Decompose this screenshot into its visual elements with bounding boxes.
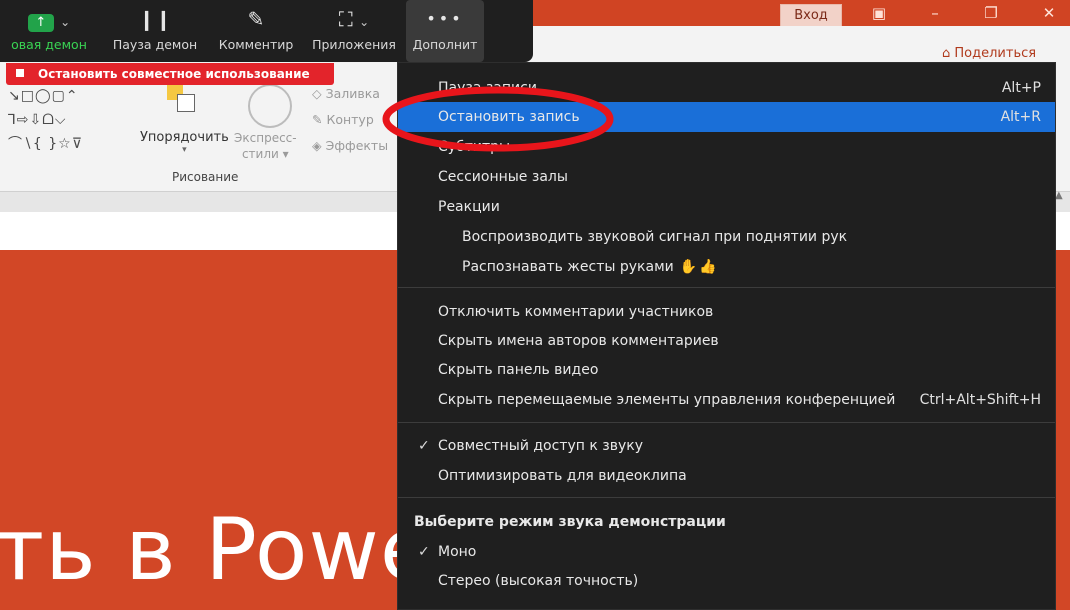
shapes-row-3: ⌒∖{ }☆⊽ (8, 136, 83, 152)
login-button[interactable]: Вход (780, 4, 842, 27)
share-label: Поделиться (954, 46, 1037, 61)
menu-item-mono[interactable]: ✓ Моно (398, 537, 1055, 567)
shape-fill-button[interactable]: ◇ Заливка (312, 86, 380, 101)
pause-recording-shortcut: Alt+P (1001, 80, 1041, 96)
shape-outline-button[interactable]: ✎ Контур (312, 112, 374, 127)
shapes-row-2: ⅂⇨⇩ᗝ⌵ (8, 112, 67, 128)
reactions-label: Реакции (438, 199, 500, 215)
express-styles-label-2: стили (241, 147, 279, 161)
raised-hand-icon: ✋ (679, 259, 698, 275)
hide-floating-controls-label: Скрыть перемещаемые элементы управления … (438, 392, 896, 408)
fill-label: Заливка (325, 86, 380, 101)
drawing-group-label: Рисование (172, 170, 239, 184)
menu-item-optimize-video[interactable]: Оптимизировать для видеоклипа (398, 461, 1055, 491)
check-icon: ✓ (418, 438, 430, 454)
express-styles-label-1: Экспресс- (234, 131, 297, 145)
menu-item-hide-video-panel[interactable]: Скрыть панель видео (398, 355, 1055, 385)
menu-divider (398, 497, 1055, 498)
share-sound-label: Совместный доступ к звуку (438, 438, 643, 454)
arrange-icon (167, 84, 201, 118)
disable-annotations-label: Отключить комментарии участников (438, 304, 714, 320)
pause-share-button[interactable]: ❙❙ Пауза демон (106, 0, 204, 62)
close-icon[interactable]: ✕ (1036, 2, 1062, 24)
menu-item-disable-annotations[interactable]: Отключить комментарии участников (398, 297, 1055, 327)
share-button[interactable]: ⌂ Поделиться (942, 46, 1036, 61)
mono-label: Моно (438, 544, 477, 560)
gesture-recognition-label: Распознавать жесты руками (462, 259, 674, 275)
shapes-gallery[interactable]: ↘□◯▢⌃ ⅂⇨⇩ᗝ⌵ ⌒∖{ }☆⊽ (8, 84, 124, 162)
menu-item-hide-floating-controls[interactable]: Скрыть перемещаемые элементы управления … (398, 385, 1055, 415)
share-up-arrow-icon: ↑ ⌄ (0, 8, 98, 32)
red-annotation-ellipse (382, 86, 614, 152)
menu-divider (398, 422, 1055, 423)
raise-hand-sound-label: Воспроизводить звуковой сигнал при подня… (462, 229, 848, 245)
quick-styles-icon (248, 84, 292, 128)
apps-button[interactable]: ⛶ ⌄ Приложения (306, 0, 402, 62)
check-icon: ✓ (418, 544, 430, 560)
thumbs-up-icon: 👍 (699, 259, 717, 275)
more-label: Дополнит (412, 37, 478, 52)
scroll-up-icon[interactable]: ▲ (1055, 190, 1063, 201)
stop-recording-shortcut: Alt+R (1000, 109, 1041, 125)
menu-item-reactions[interactable]: Реакции (398, 192, 1055, 222)
arrange-label: Упорядочить (140, 130, 229, 145)
minimize-icon[interactable]: – (922, 2, 948, 24)
express-styles-button[interactable]: Экспресс- стили ▾ (234, 130, 297, 162)
sound-mode-header: Выберите режим звука демонстрации (398, 507, 1055, 537)
effects-label: Эффекты (325, 138, 389, 153)
more-dots-icon: ••• (426, 9, 464, 28)
shape-effects-button[interactable]: ◈ Эффекты (312, 138, 388, 153)
pencil-icon: ✎ (247, 7, 265, 31)
arrange-button[interactable]: Упорядочить ▾ (140, 130, 229, 155)
annotate-label: Комментир (218, 37, 294, 52)
menu-item-gesture-recognition[interactable]: Распознавать жесты руками ✋ 👍 (398, 252, 1055, 282)
menu-item-share-sound[interactable]: ✓ Совместный доступ к звуку (398, 431, 1055, 461)
menu-item-hide-annotator-names[interactable]: Скрыть имена авторов комментариев (398, 326, 1055, 356)
optimize-video-label: Оптимизировать для видеоклипа (438, 468, 687, 484)
menu-item-raise-hand-sound[interactable]: Воспроизводить звуковой сигнал при подня… (398, 222, 1055, 252)
pause-icon: ❙❙ (138, 7, 172, 31)
hide-video-panel-label: Скрыть панель видео (438, 362, 599, 378)
new-share-button[interactable]: ↑ ⌄ овая демон (0, 0, 98, 62)
menu-item-breakout-rooms[interactable]: Сессионные залы (398, 162, 1055, 192)
stop-share-button[interactable]: Остановить совместное использование (6, 63, 334, 85)
person-icon: ⌂ (942, 46, 951, 61)
stop-share-label: Остановить совместное использование (38, 67, 310, 81)
new-share-label: овая демон (11, 37, 87, 52)
menu-divider (398, 287, 1055, 288)
apps-label: Приложения (312, 37, 396, 52)
ribbon-display-icon[interactable]: ▣ (866, 2, 892, 24)
annotate-button[interactable]: ✎ Комментир (210, 0, 302, 62)
apps-icon: ⛶ ⌄ (338, 7, 370, 31)
breakout-rooms-label: Сессионные залы (438, 169, 568, 185)
stop-square-icon (16, 69, 24, 77)
pause-share-label: Пауза демон (112, 37, 198, 52)
arrange-dropdown-icon: ▾ (182, 145, 187, 155)
stereo-label: Стерео (высокая точность) (438, 573, 639, 589)
sound-mode-header-label: Выберите режим звука демонстрации (414, 514, 726, 530)
menu-item-stereo[interactable]: Стерео (высокая точность) (398, 566, 1055, 596)
more-button[interactable]: ••• Дополнит (406, 0, 484, 62)
hide-annotator-names-label: Скрыть имена авторов комментариев (438, 333, 719, 349)
hide-floating-controls-shortcut: Ctrl+Alt+Shift+H (919, 392, 1041, 408)
outline-label: Контур (326, 112, 374, 127)
shapes-row-1: ↘□◯▢⌃ (8, 88, 79, 104)
restore-icon[interactable]: ❐ (978, 2, 1004, 24)
